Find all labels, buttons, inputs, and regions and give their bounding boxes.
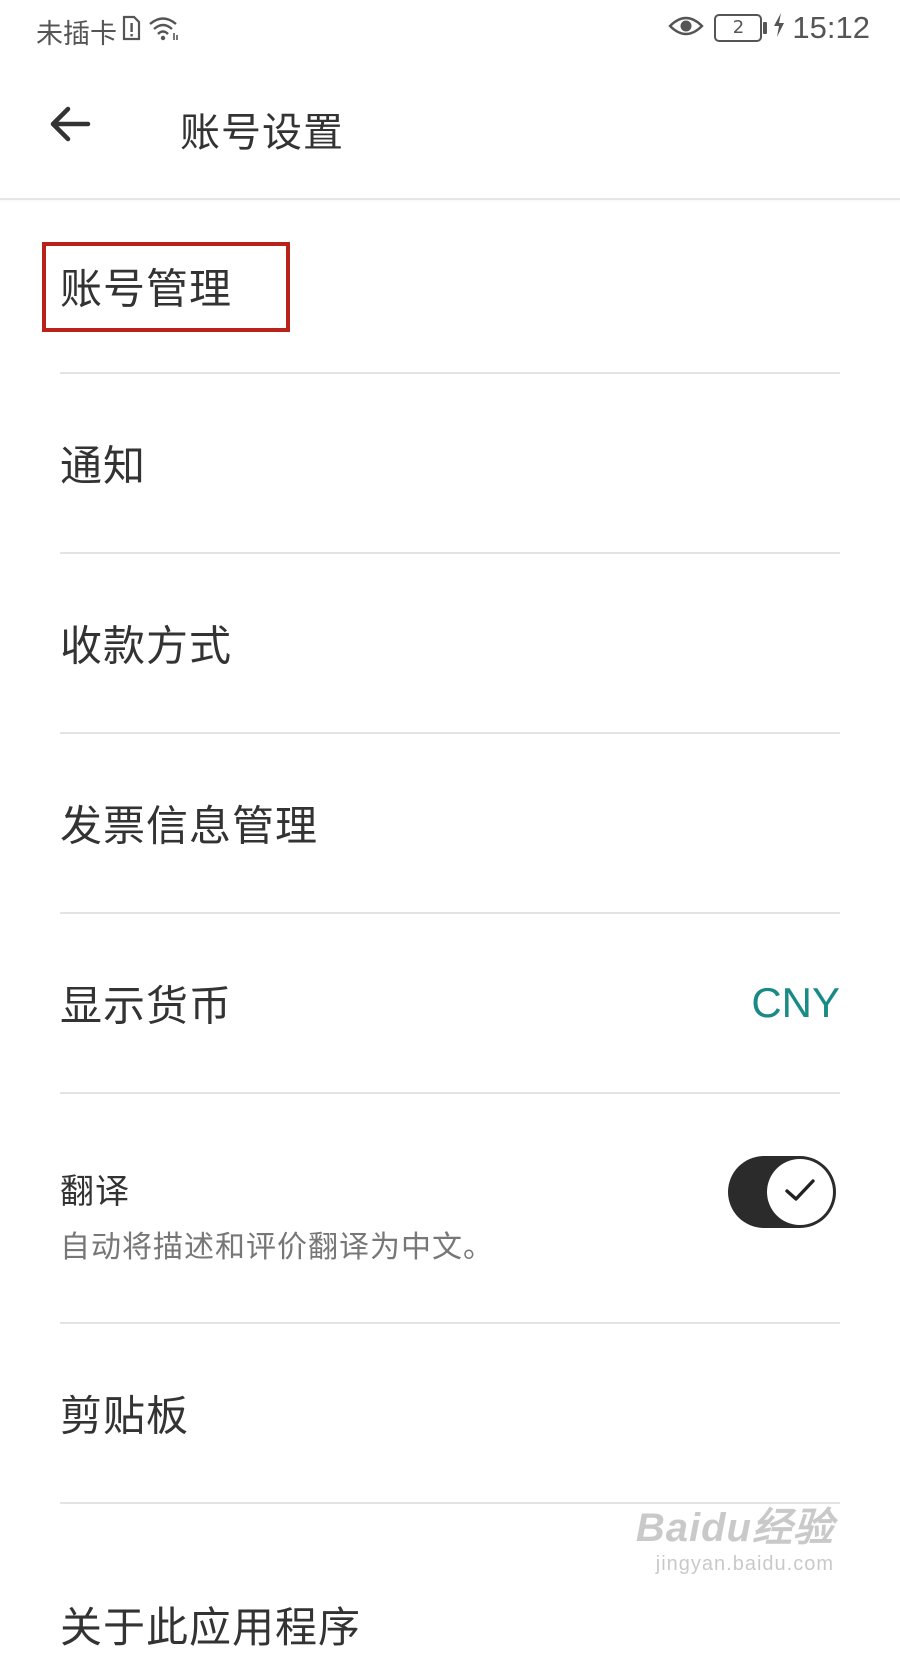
settings-item-label: 翻译 bbox=[60, 1172, 130, 1212]
wifi-icon bbox=[147, 14, 181, 49]
settings-item-invoice[interactable]: 发票信息管理 bbox=[60, 734, 840, 914]
settings-item-currency[interactable]: 显示货币 CNY bbox=[60, 914, 840, 1094]
eye-icon bbox=[668, 11, 705, 46]
back-button[interactable] bbox=[40, 100, 100, 152]
status-right: 2 15:12 bbox=[658, 10, 870, 46]
battery-level: 2 bbox=[732, 17, 745, 38]
settings-item-clipboard[interactable]: 剪贴板 bbox=[60, 1324, 840, 1504]
settings-item-label: 收款方式 bbox=[60, 621, 233, 671]
translate-toggle[interactable] bbox=[728, 1156, 836, 1228]
settings-list: 账号管理 通知 收款方式 发票信息管理 显示货币 CNY 翻译 自动将描述和评价… bbox=[0, 200, 900, 1652]
settings-item-label: 显示货币 bbox=[60, 981, 233, 1031]
settings-item-translate[interactable]: 翻译 自动将描述和评价翻译为中文。 bbox=[60, 1094, 840, 1324]
settings-item-label: 账号管理 bbox=[60, 264, 233, 314]
carrier-text: 未插卡 bbox=[36, 19, 117, 50]
settings-item-label: 发票信息管理 bbox=[60, 801, 319, 851]
battery-icon: 2 bbox=[714, 14, 768, 42]
settings-item-label: 通知 bbox=[60, 441, 147, 491]
sim-alert-icon bbox=[121, 15, 141, 48]
toggle-knob bbox=[767, 1159, 833, 1225]
status-bar: 未插卡 2 15:12 bbox=[0, 0, 900, 62]
settings-item-description: 自动将描述和评价翻译为中文。 bbox=[60, 1230, 494, 1265]
settings-item-notifications[interactable]: 通知 bbox=[60, 374, 840, 554]
settings-item-payment[interactable]: 收款方式 bbox=[60, 554, 840, 734]
settings-item-label: 剪贴板 bbox=[60, 1391, 190, 1441]
currency-value: CNY bbox=[751, 979, 840, 1026]
clock: 15:12 bbox=[792, 10, 870, 45]
app-bar: 账号设置 bbox=[0, 62, 900, 200]
settings-item-about[interactable]: 关于此应用程序 bbox=[60, 1504, 840, 1652]
checkmark-icon bbox=[783, 1176, 817, 1208]
charging-icon bbox=[772, 11, 786, 46]
status-left: 未插卡 bbox=[36, 12, 181, 51]
settings-item-account[interactable]: 账号管理 bbox=[42, 200, 840, 374]
arrow-left-icon bbox=[48, 104, 92, 148]
page-title: 账号设置 bbox=[180, 110, 344, 156]
settings-item-label: 关于此应用程序 bbox=[60, 1603, 362, 1652]
